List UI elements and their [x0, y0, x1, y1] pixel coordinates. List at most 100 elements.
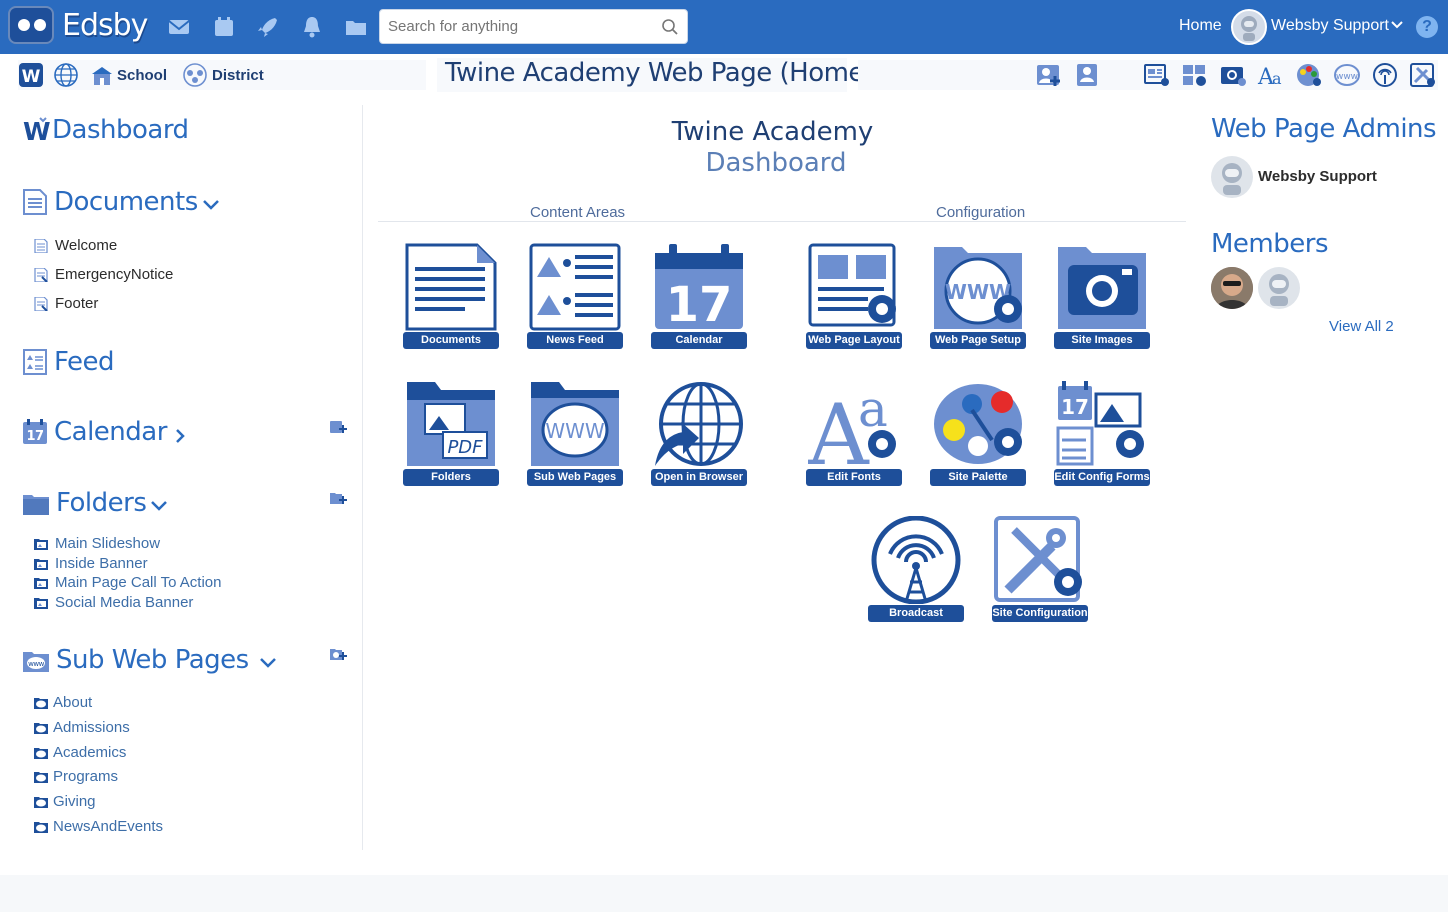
- district-label: District: [212, 66, 264, 84]
- fonts-icon: Aa: [808, 380, 896, 468]
- edit-fonts-tile[interactable]: Aa Edit Fonts: [806, 380, 902, 486]
- site-configuration-tile[interactable]: Site Configuration: [992, 516, 1088, 622]
- calendar-label: Calendar: [54, 417, 167, 447]
- site-palette-tile[interactable]: Site Palette: [930, 380, 1026, 486]
- sub-web-page-item[interactable]: About: [33, 694, 92, 711]
- user-menu-name[interactable]: Websby Support: [1271, 17, 1389, 35]
- edsby-logo[interactable]: Edsby: [8, 6, 148, 44]
- web-folder-icon: [34, 796, 48, 808]
- chevron-down-icon[interactable]: [202, 198, 220, 212]
- mail-icon[interactable]: [166, 14, 192, 40]
- edit-config-forms-tile[interactable]: 17 Edit Config Forms: [1054, 380, 1150, 486]
- sidebar-feed[interactable]: Feed: [22, 347, 115, 377]
- site-images-tile[interactable]: Site Images: [1054, 243, 1150, 349]
- user-avatar[interactable]: [1231, 9, 1267, 45]
- broadcast-tile[interactable]: Broadcast: [868, 516, 964, 622]
- globe-icon[interactable]: [52, 62, 80, 88]
- school-link[interactable]: School: [90, 63, 167, 87]
- svg-text:17: 17: [1061, 395, 1089, 419]
- folder-item[interactable]: Inside Banner: [33, 555, 148, 572]
- broadcast-icon[interactable]: [1371, 62, 1399, 88]
- news-feed-tile[interactable]: News Feed: [527, 243, 623, 349]
- web-page-w-icon[interactable]: W: [18, 62, 44, 88]
- add-folder-icon[interactable]: [329, 490, 347, 506]
- add-calendar-icon[interactable]: [329, 419, 347, 435]
- view-all-members-link[interactable]: View All 2: [1329, 318, 1394, 335]
- sub-web-pages-label: Sub Web Pages: [56, 645, 249, 675]
- image-folder-icon: [34, 597, 48, 609]
- help-button[interactable]: ?: [1416, 16, 1438, 38]
- tile-label: Calendar: [651, 332, 747, 349]
- rocket-icon[interactable]: [255, 14, 281, 40]
- sidebar-sub-web-pages[interactable]: www Sub Web Pages: [22, 645, 283, 675]
- member-avatar[interactable]: [1258, 267, 1300, 309]
- calendar-tile[interactable]: 17 Calendar: [651, 243, 747, 349]
- chevron-down-icon[interactable]: [150, 499, 168, 513]
- add-sub-web-page-icon[interactable]: [329, 646, 347, 662]
- documents-tile[interactable]: Documents: [403, 243, 499, 349]
- palette-icon[interactable]: [1295, 62, 1323, 88]
- sub-web-page-label: Giving: [53, 793, 96, 810]
- web-folder-icon: [34, 722, 48, 734]
- folder-icon[interactable]: [343, 14, 369, 40]
- sidebar-calendar[interactable]: 17 Calendar: [22, 417, 193, 447]
- tile-label: Broadcast: [868, 605, 964, 622]
- site-config-icon[interactable]: [1409, 62, 1437, 88]
- sub-web-page-label: NewsAndEvents: [53, 818, 164, 835]
- chevron-right-icon[interactable]: [173, 427, 187, 445]
- sub-web-page-item[interactable]: Academics: [33, 744, 126, 761]
- district-icon: [183, 63, 207, 87]
- calendar-icon: 17: [23, 419, 47, 444]
- sidebar-dashboard[interactable]: W Dashboard: [22, 115, 189, 145]
- folder-label: Social Media Banner: [55, 594, 194, 611]
- web-page-setup-tile[interactable]: WWW Web Page Setup: [930, 243, 1026, 349]
- member-avatar-photo[interactable]: [1211, 267, 1253, 309]
- globe-icon: [655, 382, 743, 466]
- bell-icon[interactable]: [299, 14, 325, 40]
- document-item[interactable]: Welcome: [33, 237, 117, 254]
- top-bar: Edsby Home Websby Support ?: [0, 0, 1448, 54]
- svg-text:a: a: [1272, 69, 1282, 88]
- sub-web-page-item[interactable]: Giving: [33, 793, 96, 810]
- config-forms-icon[interactable]: [1181, 62, 1209, 88]
- image-folder-icon: [34, 577, 48, 589]
- fonts-icon[interactable]: Aa: [1257, 62, 1285, 88]
- footer: [0, 875, 1448, 912]
- search-icon[interactable]: [661, 18, 679, 36]
- palette-icon: [934, 384, 1022, 464]
- sidebar-folders[interactable]: Folders: [22, 488, 174, 518]
- admin-name[interactable]: Websby Support: [1258, 168, 1377, 185]
- folder-label: Main Slideshow: [55, 535, 161, 552]
- district-link[interactable]: District: [181, 63, 264, 87]
- sub-web-page-item[interactable]: Programs: [33, 768, 118, 785]
- svg-text:www: www: [28, 660, 44, 668]
- sub-web-page-item[interactable]: Admissions: [33, 719, 130, 736]
- folders-tile[interactable]: PDF Folders: [403, 380, 499, 486]
- open-in-browser-tile[interactable]: Open in Browser: [651, 380, 747, 486]
- sub-web-pages-tile[interactable]: WWW Sub Web Pages: [527, 380, 623, 486]
- add-member-icon[interactable]: [1035, 62, 1063, 88]
- sub-nav: W School District: [18, 60, 426, 90]
- admin-avatar[interactable]: [1211, 156, 1253, 198]
- document-item[interactable]: Footer: [33, 295, 98, 312]
- chevron-down-icon[interactable]: [1391, 20, 1403, 30]
- folder-item[interactable]: Main Page Call To Action: [33, 574, 222, 591]
- web-page-layout-tile[interactable]: Web Page Layout: [806, 243, 902, 349]
- tile-label: News Feed: [527, 332, 623, 349]
- search-input[interactable]: [380, 10, 650, 43]
- layout-settings-icon[interactable]: [1143, 62, 1171, 88]
- search-box[interactable]: [379, 9, 688, 44]
- www-icon[interactable]: www: [1333, 62, 1361, 88]
- chevron-down-icon[interactable]: [259, 656, 277, 670]
- folder-item[interactable]: Main Slideshow: [33, 535, 160, 552]
- document-item[interactable]: EmergencyNotice: [33, 266, 173, 283]
- site-images-icon[interactable]: [1219, 62, 1247, 88]
- member-card-icon[interactable]: [1073, 62, 1101, 88]
- folder-item[interactable]: Social Media Banner: [33, 594, 193, 611]
- calendar-icon[interactable]: [211, 14, 237, 40]
- document-label: Welcome: [55, 237, 118, 254]
- sidebar-documents[interactable]: Documents: [22, 187, 226, 217]
- home-link[interactable]: Home: [1179, 17, 1222, 35]
- sub-web-page-item[interactable]: NewsAndEvents: [33, 818, 163, 835]
- news-feed-icon: [529, 243, 621, 331]
